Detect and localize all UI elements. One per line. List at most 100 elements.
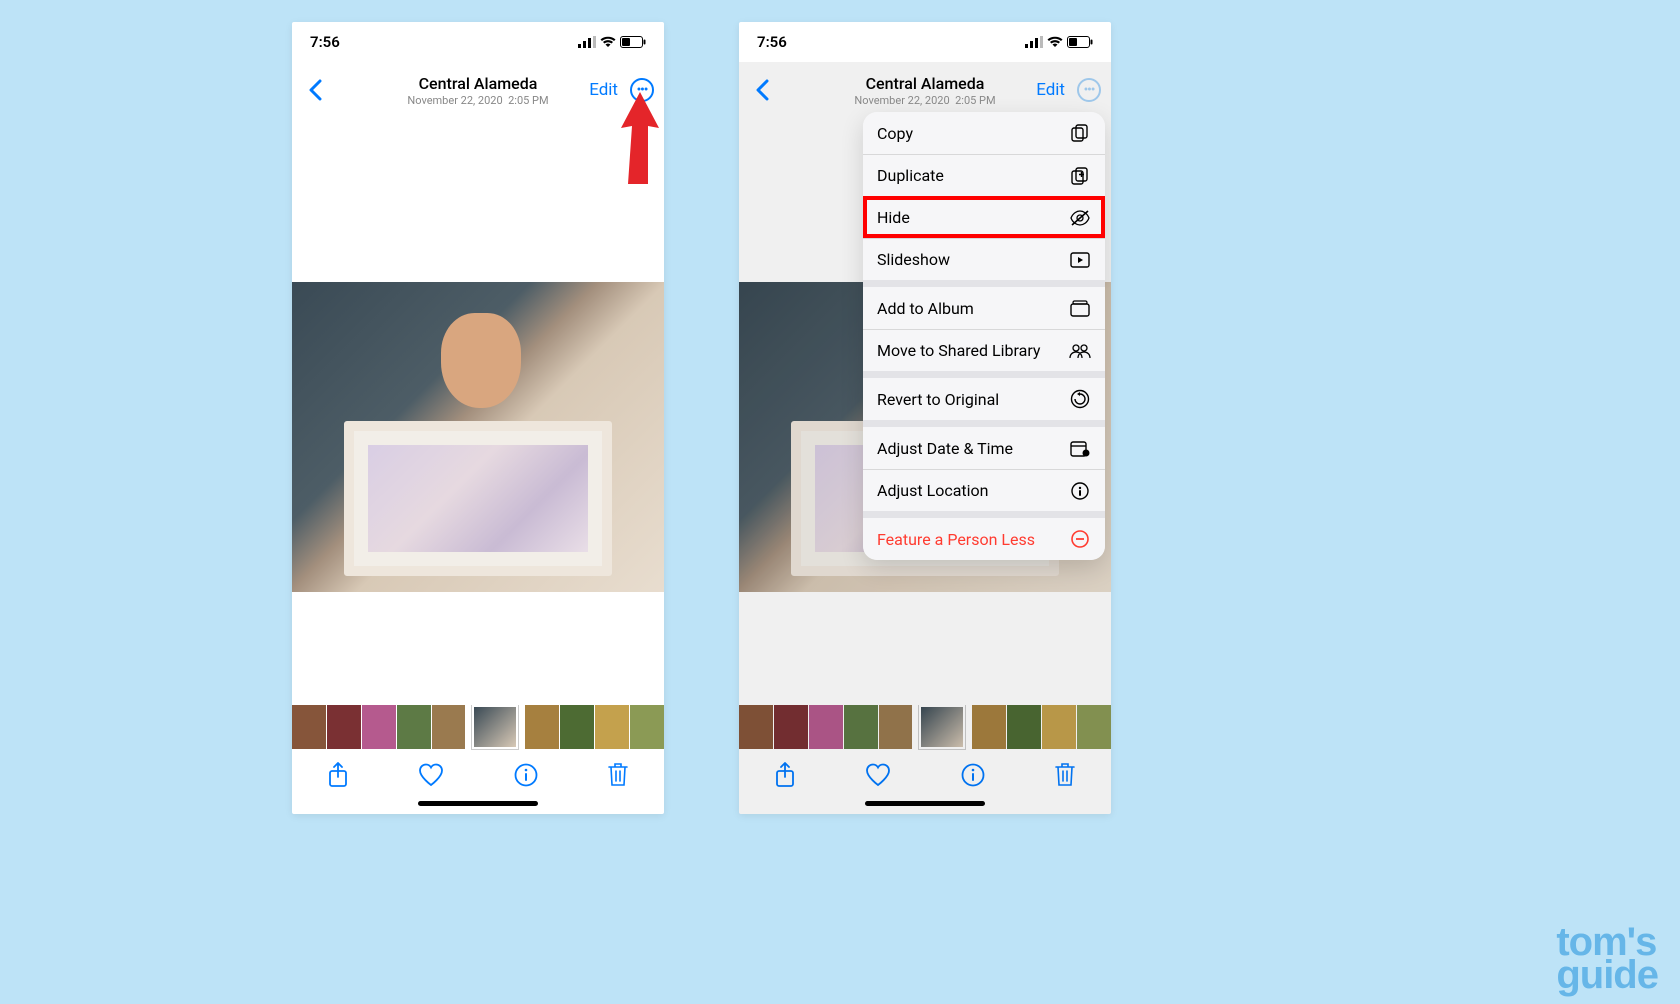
trash-icon: [1054, 762, 1076, 788]
nav-title-block: Central Alameda November 22, 2020 2:05 P…: [407, 74, 548, 107]
thumbnail[interactable]: [809, 705, 843, 749]
wifi-icon: [1047, 36, 1063, 48]
status-time: 7:56: [310, 33, 340, 51]
back-button[interactable]: [749, 79, 775, 101]
menu-label: Add to Album: [877, 299, 974, 318]
status-indicators: [1025, 36, 1093, 48]
thumbnail-current[interactable]: [472, 705, 518, 749]
photo-viewport[interactable]: [292, 118, 664, 705]
thumbnail[interactable]: [595, 705, 629, 749]
info-icon: [514, 763, 538, 787]
heart-icon: [418, 763, 444, 787]
revert-icon: [1069, 388, 1091, 410]
menu-copy[interactable]: Copy: [863, 112, 1105, 154]
thumbnail[interactable]: [972, 705, 1006, 749]
watermark-logo: tom's guide: [1556, 926, 1658, 992]
thumbnail[interactable]: [397, 705, 431, 749]
thumbnail[interactable]: [879, 705, 913, 749]
home-indicator: [865, 801, 985, 806]
delete-button[interactable]: [1054, 762, 1076, 788]
thumbnail[interactable]: [292, 705, 326, 749]
thumbnail-strip[interactable]: [739, 705, 1111, 749]
info-button[interactable]: [514, 763, 538, 787]
menu-adjust-location[interactable]: Adjust Location: [863, 469, 1105, 511]
location-icon: [1069, 480, 1091, 502]
menu-move-to-shared[interactable]: Move to Shared Library: [863, 329, 1105, 371]
wifi-icon: [600, 36, 616, 48]
battery-icon: [1067, 36, 1093, 48]
menu-label: Copy: [877, 124, 913, 143]
edit-button[interactable]: Edit: [589, 80, 618, 100]
delete-button[interactable]: [607, 762, 629, 788]
menu-slideshow[interactable]: Slideshow: [863, 238, 1105, 280]
menu-duplicate[interactable]: Duplicate: [863, 154, 1105, 196]
phone-screenshot-left: 7:56 Central Alameda November 22, 2020 2…: [292, 22, 664, 814]
copy-icon: [1069, 122, 1091, 144]
menu-label: Move to Shared Library: [877, 341, 1040, 360]
thumbnail[interactable]: [432, 705, 466, 749]
menu-feature-person-less[interactable]: Feature a Person Less: [863, 518, 1105, 560]
nav-subtitle: November 22, 2020 2:05 PM: [854, 94, 995, 107]
back-button[interactable]: [302, 79, 328, 101]
thumbnail[interactable]: [327, 705, 361, 749]
menu-label: Slideshow: [877, 250, 950, 269]
thumbnail[interactable]: [1077, 705, 1111, 749]
menu-revert[interactable]: Revert to Original: [863, 378, 1105, 420]
nav-title: Central Alameda: [854, 74, 995, 93]
menu-adjust-date[interactable]: Adjust Date & Time: [863, 427, 1105, 469]
thumbnail[interactable]: [362, 705, 396, 749]
cellular-icon: [1025, 36, 1043, 48]
bottom-toolbar: [292, 749, 664, 801]
chevron-left-icon: [755, 79, 769, 101]
menu-label: Adjust Location: [877, 481, 988, 500]
thumbnail[interactable]: [1042, 705, 1076, 749]
menu-label: Adjust Date & Time: [877, 439, 1013, 458]
thumbnail[interactable]: [774, 705, 808, 749]
info-icon: [961, 763, 985, 787]
status-indicators: [578, 36, 646, 48]
favorite-button[interactable]: [418, 763, 444, 787]
share-icon: [327, 762, 349, 788]
status-bar: 7:56: [292, 22, 664, 62]
share-icon: [774, 762, 796, 788]
favorite-button[interactable]: [865, 763, 891, 787]
more-button[interactable]: •••: [1077, 78, 1101, 102]
share-button[interactable]: [774, 762, 796, 788]
thumbnail[interactable]: [739, 705, 773, 749]
album-icon: [1069, 297, 1091, 319]
duplicate-icon: [1069, 165, 1091, 187]
home-indicator: [418, 801, 538, 806]
status-bar: 7:56: [739, 22, 1111, 62]
menu-separator: [863, 511, 1105, 518]
menu-label: Revert to Original: [877, 390, 999, 409]
thumbnail[interactable]: [525, 705, 559, 749]
nav-bar: Central Alameda November 22, 2020 2:05 P…: [739, 62, 1111, 118]
thumbnail-current[interactable]: [919, 705, 965, 749]
chevron-left-icon: [308, 79, 322, 101]
thumbnail[interactable]: [630, 705, 664, 749]
thumbnail[interactable]: [844, 705, 878, 749]
menu-separator: [863, 420, 1105, 427]
menu-label: Feature a Person Less: [877, 530, 1035, 549]
thumbnail-strip[interactable]: [292, 705, 664, 749]
cellular-icon: [578, 36, 596, 48]
thumbnail[interactable]: [1007, 705, 1041, 749]
thumbnail[interactable]: [560, 705, 594, 749]
photo-content: [292, 282, 664, 592]
menu-separator: [863, 371, 1105, 378]
nav-title: Central Alameda: [407, 74, 548, 93]
menu-label: Duplicate: [877, 166, 944, 185]
edit-button[interactable]: Edit: [1036, 80, 1065, 100]
battery-icon: [620, 36, 646, 48]
menu-hide[interactable]: Hide: [863, 196, 1105, 238]
more-button[interactable]: •••: [630, 78, 654, 102]
menu-add-to-album[interactable]: Add to Album: [863, 287, 1105, 329]
nav-subtitle: November 22, 2020 2:05 PM: [407, 94, 548, 107]
info-button[interactable]: [961, 763, 985, 787]
menu-label: Hide: [877, 208, 910, 227]
trash-icon: [607, 762, 629, 788]
nav-title-block: Central Alameda November 22, 2020 2:05 P…: [854, 74, 995, 107]
heart-icon: [865, 763, 891, 787]
people-icon: [1069, 340, 1091, 362]
share-button[interactable]: [327, 762, 349, 788]
